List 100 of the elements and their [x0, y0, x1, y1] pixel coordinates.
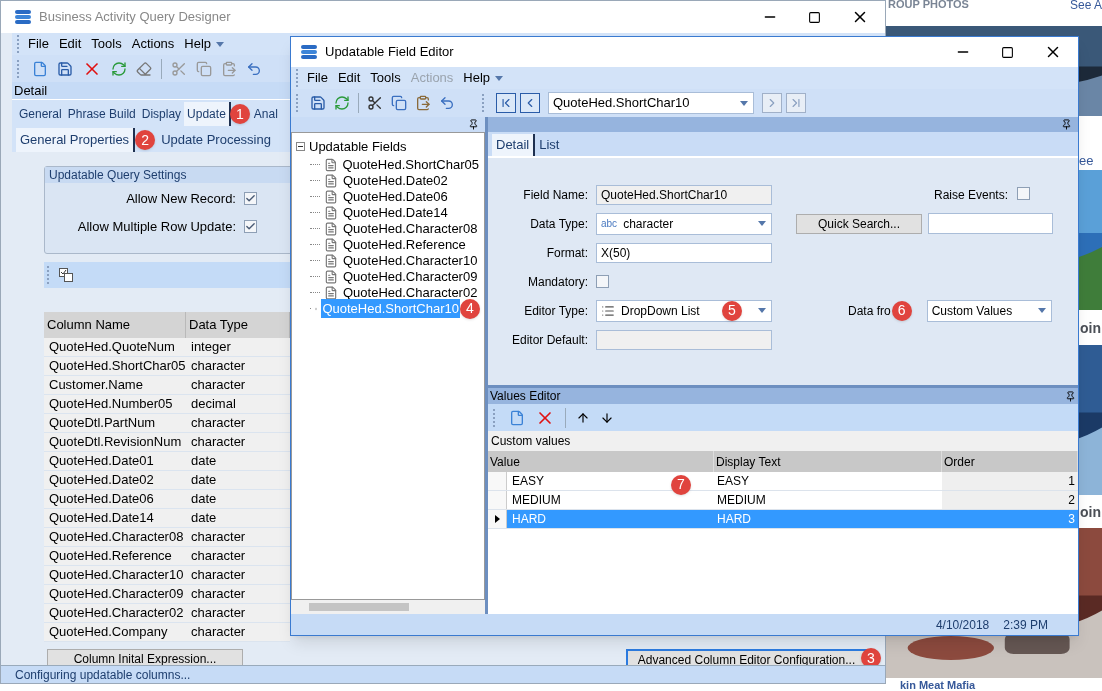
table-cell-text: QuoteDtl.RevisionNum: [48, 433, 183, 451]
document-icon[interactable]: [323, 157, 338, 172]
quick-search-field[interactable]: [928, 213, 1053, 234]
copy-icon[interactable]: [391, 95, 407, 111]
first-record-button[interactable]: [496, 93, 516, 113]
table-cell-text: character: [190, 528, 247, 546]
checklist-icon[interactable]: [59, 268, 73, 282]
menu-item[interactable]: Help: [179, 34, 217, 54]
refresh-icon[interactable]: [111, 60, 127, 77]
tree-root-label[interactable]: Updatable Fields: [309, 137, 407, 157]
page-text: See A: [1070, 0, 1102, 14]
window-title: Business Activity Query Designer: [39, 8, 232, 27]
document-icon[interactable]: [324, 221, 338, 236]
status-time: 2:39 PM: [1003, 616, 1048, 634]
table-cell-text: date: [190, 471, 218, 489]
maximize-icon[interactable]: [1001, 45, 1014, 59]
document-icon[interactable]: [324, 253, 338, 268]
menu-item[interactable]: File: [23, 34, 54, 54]
dropdown-arrow-icon[interactable]: [216, 41, 225, 47]
paste-icon[interactable]: [415, 95, 431, 111]
menu-item[interactable]: Help: [458, 68, 496, 88]
table-cell-text: QuoteHed.ShortChar05: [48, 357, 186, 375]
tab[interactable]: List: [535, 134, 564, 156]
cut-icon[interactable]: [367, 95, 383, 111]
horizontal-scrollbar[interactable]: [291, 600, 485, 614]
tab[interactable]: Update: [184, 102, 231, 126]
table-cell-text: EASY: [716, 473, 750, 490]
table-cell-text: character: [190, 357, 247, 375]
tab[interactable]: General: [16, 102, 65, 126]
undo-icon[interactable]: [439, 95, 455, 111]
collapse-toggle-icon[interactable]: [296, 142, 305, 152]
window-title: Updatable Field Editor: [325, 43, 455, 62]
maximize-icon[interactable]: [808, 10, 821, 24]
menu-item[interactable]: Edit: [53, 34, 87, 54]
data-from-dropdown[interactable]: Custom Values: [926, 299, 1052, 322]
pin-icon[interactable]: [1065, 390, 1076, 402]
save-icon[interactable]: [57, 60, 73, 77]
document-icon[interactable]: [324, 189, 338, 204]
dropdown-arrow-icon[interactable]: [1037, 308, 1046, 313]
table-cell-text: HARD: [716, 511, 752, 528]
tab[interactable]: Phrase Build: [64, 102, 139, 126]
document-icon[interactable]: [324, 269, 338, 284]
table-cell-text: QuoteDtl.PartNum: [48, 414, 157, 432]
document-icon[interactable]: [324, 173, 338, 188]
dropdown-arrow-icon[interactable]: [758, 221, 766, 226]
table-cell-text: integer: [190, 338, 232, 356]
tab[interactable]: Update Processing: [157, 128, 275, 152]
table-cell-text: character: [190, 547, 247, 565]
group-title: Updatable Query Settings: [49, 167, 187, 184]
menu-item[interactable]: File: [302, 68, 333, 88]
checkbox[interactable]: [1017, 186, 1031, 200]
document-icon[interactable]: [324, 285, 338, 300]
number-badge: 4: [460, 298, 480, 319]
tree-item[interactable]: QuoteHed.ShortChar05: [341, 154, 480, 175]
document-icon[interactable]: [324, 205, 338, 220]
table-cell-text: Customer.Name: [48, 376, 144, 394]
pin-icon[interactable]: [1061, 119, 1072, 130]
document-icon[interactable]: [324, 237, 338, 252]
field-name-field[interactable]: QuoteHed.ShortChar10: [596, 184, 772, 205]
undo-icon[interactable]: [246, 60, 262, 77]
record-selector-dropdown[interactable]: QuoteHed.ShortChar10: [548, 92, 754, 114]
checkbox[interactable]: [244, 219, 257, 233]
dropdown-arrow-icon[interactable]: [495, 75, 504, 81]
page-text: oin: [1080, 503, 1101, 522]
list-icon[interactable]: [601, 303, 615, 318]
save-icon[interactable]: [310, 95, 326, 111]
move-down-icon[interactable]: [600, 410, 614, 425]
checkbox[interactable]: [244, 192, 257, 206]
page-text: ee: [1079, 152, 1094, 170]
editor-default-field[interactable]: [596, 329, 772, 350]
move-up-icon[interactable]: [576, 410, 590, 425]
dropdown-arrow-icon[interactable]: [740, 100, 748, 106]
pin-icon[interactable]: [468, 119, 479, 130]
tab[interactable]: General Properties: [16, 128, 136, 152]
menu-item[interactable]: Tools: [365, 68, 406, 88]
new-file-icon[interactable]: [32, 60, 48, 77]
dropdown-arrow-icon[interactable]: [758, 308, 766, 313]
menu-item[interactable]: Edit: [332, 68, 366, 88]
data-type-dropdown[interactable]: abc character: [596, 212, 772, 235]
field-label: Raise Events:: [934, 186, 1009, 204]
tab[interactable]: Anal: [250, 102, 281, 126]
new-file-icon[interactable]: [509, 409, 525, 426]
row-indicator[interactable]: [488, 510, 507, 528]
eraser-icon[interactable]: [136, 60, 152, 77]
last-icon: [789, 96, 803, 110]
checkbox[interactable]: [596, 275, 609, 288]
table-cell-text: QuoteHed.Character10: [48, 566, 185, 584]
menu-item[interactable]: Actions: [126, 34, 180, 54]
previous-record-button[interactable]: [520, 93, 540, 113]
table-cell-text: QuoteHed.Reference: [48, 547, 173, 565]
status-text: Configuring updatable columns...: [14, 666, 191, 684]
tab[interactable]: Display: [138, 102, 185, 126]
tab[interactable]: Detail: [492, 134, 536, 156]
refresh-icon[interactable]: [334, 95, 350, 111]
table-cell-text: QuoteHed.Company: [48, 623, 169, 641]
menu-item[interactable]: Tools: [86, 34, 127, 54]
table-cell-text: HARD: [512, 511, 546, 528]
column-header[interactable]: Display Text: [714, 451, 942, 472]
quick-search-button[interactable]: Quick Search...: [796, 213, 922, 234]
format-field[interactable]: X(50): [596, 242, 772, 263]
